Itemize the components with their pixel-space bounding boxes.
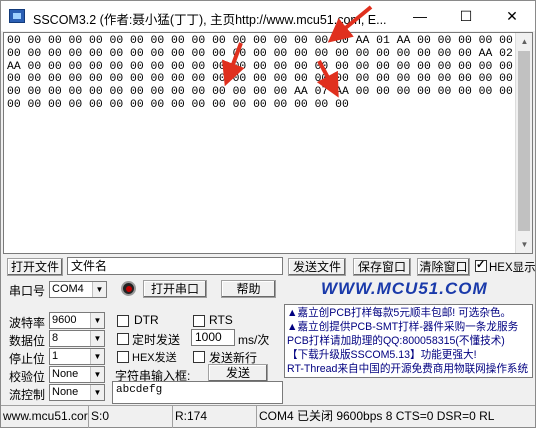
send-input[interactable]: abcdefg [112,381,283,404]
receive-area[interactable]: 00 00 00 00 00 00 00 00 00 00 00 00 00 0… [3,32,533,254]
port-status-led-icon [121,281,136,296]
status-received: R:174 [173,406,257,428]
window-title: SSCOM3.2 (作者:聂小猛(丁丁), 主页http://www.mcu51… [33,13,387,27]
parity-select[interactable]: None ▼ [49,366,105,383]
app-icon [9,9,25,23]
filename-input[interactable]: 文件名 [67,257,283,275]
status-bar: www.mcu51.cor S:0 R:174 COM4 已关闭 9600bps… [1,405,535,428]
chevron-down-icon[interactable]: ▼ [90,349,104,364]
chevron-down-icon[interactable]: ▼ [90,331,104,346]
send-file-button[interactable]: 发送文件 [288,258,346,276]
interval-input[interactable]: 1000 [191,329,235,346]
maximize-button[interactable]: ☐ [443,1,489,31]
baud-select[interactable]: 9600 ▼ [49,312,105,329]
scroll-thumb[interactable] [518,51,530,231]
news-item[interactable]: ▲嘉立创PCB打样每款5元顺丰包邮! 可选杂色。 [287,306,530,320]
rts-checkbox[interactable] [193,315,205,327]
parity-label: 校验位 [9,370,46,384]
clear-window-button[interactable]: 清除窗口 [417,258,470,276]
news-panel: ▲嘉立创PCB打样每款5元顺丰包邮! 可选杂色。 ▲嘉立创提供PCB-SMT打样… [284,304,533,378]
stopbits-label: 停止位 [9,352,46,366]
open-port-button[interactable]: 打开串口 [143,280,207,298]
chevron-down-icon[interactable]: ▼ [90,367,104,382]
brand-logo: WWW.MCU51.COM [321,279,488,298]
timed-send-checkbox[interactable] [117,333,129,345]
stopbits-value: 1 [52,350,59,362]
baud-label: 波特率 [9,316,46,330]
rts-label: RTS [209,313,233,327]
port-label: 串口号 [9,284,46,298]
help-button[interactable]: 帮助 [221,280,276,298]
stopbits-select[interactable]: 1 ▼ [49,348,105,365]
timed-send-label: 定时发送 [132,333,181,347]
send-button[interactable]: 发送 [208,364,268,382]
open-file-button[interactable]: 打开文件 [7,258,63,276]
receive-text: 00 00 00 00 00 00 00 00 00 00 00 00 00 0… [7,35,513,111]
hex-display-checkbox[interactable] [475,258,487,272]
news-item[interactable]: ▲嘉立创提供PCB-SMT打样-器件采购一条龙服务 [287,320,530,334]
scroll-up-icon[interactable]: ▲ [516,33,533,50]
hex-display-label: HEX显示 [489,262,536,274]
parity-value: None [52,368,79,380]
hex-send-label: HEX发送 [132,352,177,364]
chevron-down-icon[interactable]: ▼ [90,385,104,400]
main-window: SSCOM3.2 (作者:聂小猛(丁丁), 主页http://www.mcu51… [0,0,536,428]
port-select[interactable]: COM4 ▼ [49,281,107,298]
send-newline-checkbox[interactable] [193,351,205,363]
dtr-label: DTR [134,313,159,327]
receive-scrollbar[interactable]: ▲ ▼ [515,33,532,253]
baud-value: 9600 [52,314,77,326]
databits-label: 数据位 [9,334,46,348]
hex-send-checkbox[interactable] [117,351,129,363]
status-site: www.mcu51.cor [1,406,89,428]
title-bar[interactable]: SSCOM3.2 (作者:聂小猛(丁丁), 主页http://www.mcu51… [1,1,535,31]
databits-select[interactable]: 8 ▼ [49,330,105,347]
flow-select[interactable]: None ▼ [49,384,105,401]
flow-label: 流控制 [9,388,46,402]
status-sent: S:0 [89,406,173,428]
flow-value: None [52,386,79,398]
news-item[interactable]: RT-Thread来自中国的开源免费商用物联网操作系统 [287,362,530,376]
close-button[interactable]: ✕ [489,1,535,31]
scroll-down-icon[interactable]: ▼ [516,236,533,253]
port-value: COM4 [52,283,84,295]
status-port-state: COM4 已关闭 9600bps 8 CTS=0 DSR=0 RL [259,409,495,423]
dtr-checkbox[interactable] [117,315,129,327]
chevron-down-icon[interactable]: ▼ [92,282,106,297]
news-item[interactable]: 【下载升级版SSCOM5.13】功能更强大! [287,348,530,362]
save-window-button[interactable]: 保存窗口 [353,258,411,276]
minimize-button[interactable]: — [397,1,443,31]
databits-value: 8 [52,332,59,344]
chevron-down-icon[interactable]: ▼ [90,313,104,328]
interval-unit-label: ms/次 [238,333,270,347]
news-item[interactable]: PCB打样请加助理的QQ:800058315(不懂技术) [287,334,530,348]
